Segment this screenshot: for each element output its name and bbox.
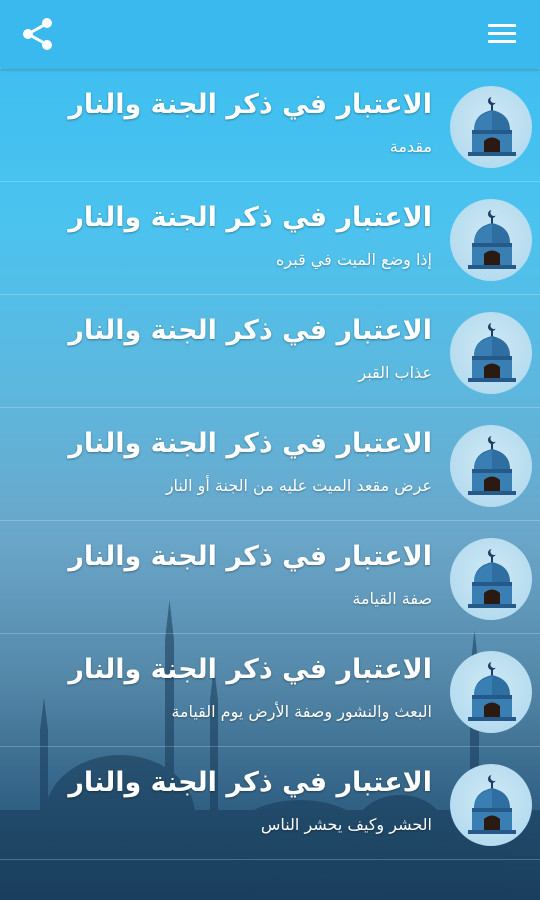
item-subtitle: البعث والنشور وصفة الأرض يوم القيامة bbox=[171, 702, 432, 721]
mosque-icon bbox=[450, 199, 532, 281]
hamburger-menu-icon bbox=[488, 24, 516, 43]
item-title: الاعتبار في ذكر الجنة والنار bbox=[68, 202, 432, 233]
item-subtitle: عرض مقعد الميت عليه من الجنة أو النار bbox=[165, 476, 432, 495]
item-subtitle: مقدمة bbox=[389, 137, 432, 156]
list-item[interactable]: الاعتبار في ذكر الجنة والنار عذاب القبر bbox=[0, 295, 540, 408]
list-item[interactable]: الاعتبار في ذكر الجنة والنار صفة القيامة bbox=[0, 521, 540, 634]
app-toolbar bbox=[0, 0, 540, 68]
list-item[interactable]: الاعتبار في ذكر الجنة والنار البعث والنش… bbox=[0, 634, 540, 747]
item-title: الاعتبار في ذكر الجنة والنار bbox=[68, 315, 432, 346]
item-title: الاعتبار في ذكر الجنة والنار bbox=[68, 767, 432, 798]
item-subtitle: صفة القيامة bbox=[352, 589, 432, 608]
mosque-icon bbox=[450, 86, 532, 168]
share-icon bbox=[23, 18, 52, 50]
mosque-icon bbox=[450, 651, 532, 733]
chapter-list: الاعتبار في ذكر الجنة والنار مقدمة الاعت… bbox=[0, 68, 540, 860]
mosque-icon bbox=[450, 764, 532, 846]
list-item[interactable]: الاعتبار في ذكر الجنة والنار مقدمة bbox=[0, 68, 540, 182]
item-title: الاعتبار في ذكر الجنة والنار bbox=[68, 541, 432, 572]
item-subtitle: الحشر وكيف يحشر الناس bbox=[260, 815, 432, 834]
share-button[interactable] bbox=[18, 14, 58, 54]
mosque-icon bbox=[450, 312, 532, 394]
item-subtitle: إذا وضع الميت في قبره bbox=[276, 250, 432, 269]
item-title: الاعتبار في ذكر الجنة والنار bbox=[68, 428, 432, 459]
mosque-icon bbox=[450, 538, 532, 620]
list-item[interactable]: الاعتبار في ذكر الجنة والنار إذا وضع الم… bbox=[0, 182, 540, 295]
list-item[interactable]: الاعتبار في ذكر الجنة والنار الحشر وكيف … bbox=[0, 747, 540, 860]
list-item[interactable]: الاعتبار في ذكر الجنة والنار عرض مقعد ال… bbox=[0, 408, 540, 521]
item-title: الاعتبار في ذكر الجنة والنار bbox=[68, 654, 432, 685]
item-subtitle: عذاب القبر bbox=[358, 363, 432, 382]
mosque-icon bbox=[450, 425, 532, 507]
menu-button[interactable] bbox=[486, 20, 518, 48]
item-title: الاعتبار في ذكر الجنة والنار bbox=[68, 89, 432, 120]
